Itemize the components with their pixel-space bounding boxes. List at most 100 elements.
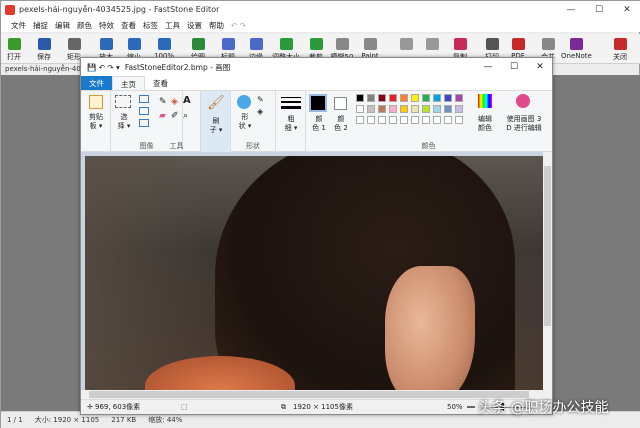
paint-maximize-button[interactable]: ☐ (501, 58, 527, 76)
palette-swatch[interactable] (400, 105, 408, 113)
palette-custom-swatch[interactable] (455, 116, 463, 124)
palette-custom-swatch[interactable] (411, 116, 419, 124)
outline-icon[interactable]: ✎ (257, 95, 264, 104)
palette-swatch[interactable] (455, 105, 463, 113)
minimize-button[interactable]: — (557, 1, 585, 18)
toolbar-icon-4 (127, 37, 141, 50)
toolbar-button-0[interactable]: 打开 (0, 36, 29, 62)
vertical-scrollbar[interactable] (543, 152, 552, 399)
palette-custom-swatch[interactable] (356, 116, 364, 124)
palette-swatch[interactable] (356, 105, 364, 113)
palette-swatch[interactable] (444, 94, 452, 102)
close-button[interactable]: ✕ (613, 1, 640, 18)
palette-custom-swatch[interactable] (389, 116, 397, 124)
page-indicator: 1 / 1 (7, 416, 23, 424)
zoom-out-button[interactable] (467, 406, 475, 408)
menu-tags[interactable]: 标签 (143, 20, 158, 31)
palette-swatch[interactable] (433, 105, 441, 113)
palette-custom-swatch[interactable] (444, 116, 452, 124)
shapes-button[interactable]: 形 状 ▾ (235, 113, 255, 131)
toolbar-button-20[interactable]: 关闭 (605, 36, 635, 62)
palette-swatch[interactable] (389, 94, 397, 102)
palette-swatch[interactable] (422, 105, 430, 113)
size-button[interactable]: 粗 细 ▾ (280, 115, 302, 133)
palette-custom-swatch[interactable] (433, 116, 441, 124)
palette-custom-swatch[interactable] (378, 116, 386, 124)
clipboard-button[interactable]: 剪贴 板 ▾ (83, 113, 109, 131)
rotate-icon[interactable] (139, 119, 149, 127)
group-shapes-label: 形状 (246, 142, 260, 150)
toolbar-button-14[interactable] (417, 36, 447, 52)
menu-tools[interactable]: 工具 (165, 20, 180, 31)
brush-button[interactable]: 刷 子 ▾ (203, 117, 229, 135)
palette-swatch[interactable] (378, 94, 386, 102)
menu-edit[interactable]: 编辑 (55, 20, 70, 31)
paste-icon[interactable] (89, 95, 103, 109)
palette-custom-swatch[interactable] (400, 116, 408, 124)
palette-swatch[interactable] (378, 105, 386, 113)
menu-capture[interactable]: 捕捉 (33, 20, 48, 31)
toolbar-button-19[interactable]: OneNote (561, 36, 592, 60)
vertical-scroll-thumb[interactable] (544, 166, 551, 326)
eraser-icon[interactable]: ▰ (159, 111, 166, 121)
menu-color[interactable]: 颜色 (77, 20, 92, 31)
palette-swatch[interactable] (367, 94, 375, 102)
menu-help[interactable]: 帮助 (209, 20, 224, 31)
color1-button[interactable]: 颜 色 1 (308, 115, 330, 133)
text-icon[interactable]: A (183, 95, 191, 106)
photo-canvas[interactable] (85, 156, 543, 392)
paint-minimize-button[interactable]: — (475, 58, 501, 76)
canvas-area[interactable] (81, 152, 552, 399)
color1-swatch[interactable] (309, 94, 327, 112)
paint-quick-access[interactable]: 💾 ↶ ↷ ▾ (87, 63, 120, 72)
toolbar-button-1[interactable]: 保存 (29, 36, 59, 62)
pencil-icon[interactable]: ✎ (159, 97, 167, 107)
palette-swatch[interactable] (411, 94, 419, 102)
paint-close-button[interactable]: ✕ (527, 58, 553, 76)
toolbar-icon-8 (249, 37, 263, 50)
color2-swatch[interactable] (334, 97, 347, 110)
edit-colors-button[interactable]: 编辑 颜色 (472, 115, 498, 133)
palette-swatch[interactable] (455, 94, 463, 102)
color-picker-icon[interactable]: ✐ (171, 111, 179, 121)
file-tab[interactable]: pexels-hải-nguyễn-403 (5, 65, 85, 73)
crop-icon[interactable] (139, 95, 149, 103)
menu-view[interactable]: 查看 (121, 20, 136, 31)
palette-swatch[interactable] (356, 94, 364, 102)
size-line-1 (281, 97, 301, 98)
horizontal-scroll-thumb[interactable] (89, 391, 529, 398)
brush-icon[interactable]: 🖌 (207, 95, 225, 111)
horizontal-scrollbar[interactable] (81, 390, 543, 399)
group-colors: 颜 色 1 颜 色 2 编辑 颜色 使用画图 3 D 进行编辑 颜色 (306, 91, 551, 153)
resize-icon[interactable] (139, 107, 149, 115)
magnifier-icon[interactable]: ⌕ (183, 111, 188, 121)
palette-swatch[interactable] (400, 94, 408, 102)
palette-custom-swatch[interactable] (367, 116, 375, 124)
toolbar-icon-13 (399, 37, 413, 50)
tab-file[interactable]: 文件 (81, 76, 112, 90)
maximize-button[interactable]: ☐ (585, 1, 613, 18)
select-button[interactable]: 选 择 ▾ (113, 113, 135, 131)
palette-swatch[interactable] (367, 105, 375, 113)
select-icon[interactable] (115, 95, 131, 108)
paint3d-button[interactable]: 使用画图 3 D 进行编辑 (500, 115, 548, 133)
fill-icon[interactable]: ◈ (171, 97, 178, 107)
palette-swatch[interactable] (422, 94, 430, 102)
palette-swatch[interactable] (444, 105, 452, 113)
undo-redo-icons[interactable]: ↶ ↷ (231, 21, 246, 30)
tab-view[interactable]: 查看 (145, 76, 176, 90)
menu-effects[interactable]: 特效 (99, 20, 114, 31)
palette-swatch[interactable] (389, 105, 397, 113)
menu-file[interactable]: 文件 (11, 20, 26, 31)
palette-custom-swatch[interactable] (422, 116, 430, 124)
palette-swatch[interactable] (433, 94, 441, 102)
edit-colors-icon[interactable] (478, 94, 492, 108)
menu-settings[interactable]: 设置 (187, 20, 202, 31)
palette-swatch[interactable] (411, 105, 419, 113)
color2-button[interactable]: 颜 色 2 (332, 115, 350, 133)
paint3d-icon[interactable] (516, 94, 530, 108)
tab-home[interactable]: 主页 (112, 76, 145, 90)
fill-shape-icon[interactable]: ◈ (257, 107, 263, 116)
watermark: 头条 @职场办公技能 (478, 400, 609, 416)
shapes-icon[interactable] (237, 95, 251, 109)
